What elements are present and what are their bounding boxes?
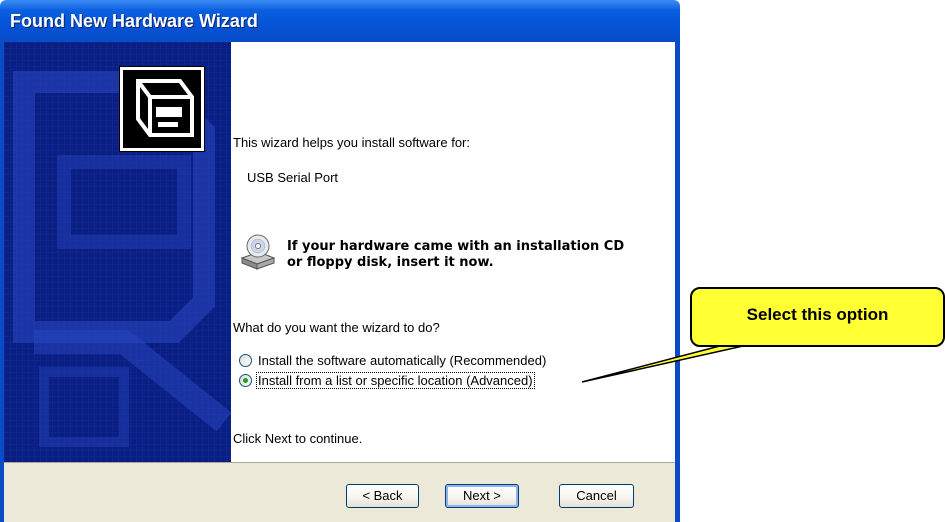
callout-text: Select this option (746, 305, 889, 324)
callout-box: Select this option (690, 287, 945, 347)
callout-pointer (581, 341, 753, 383)
